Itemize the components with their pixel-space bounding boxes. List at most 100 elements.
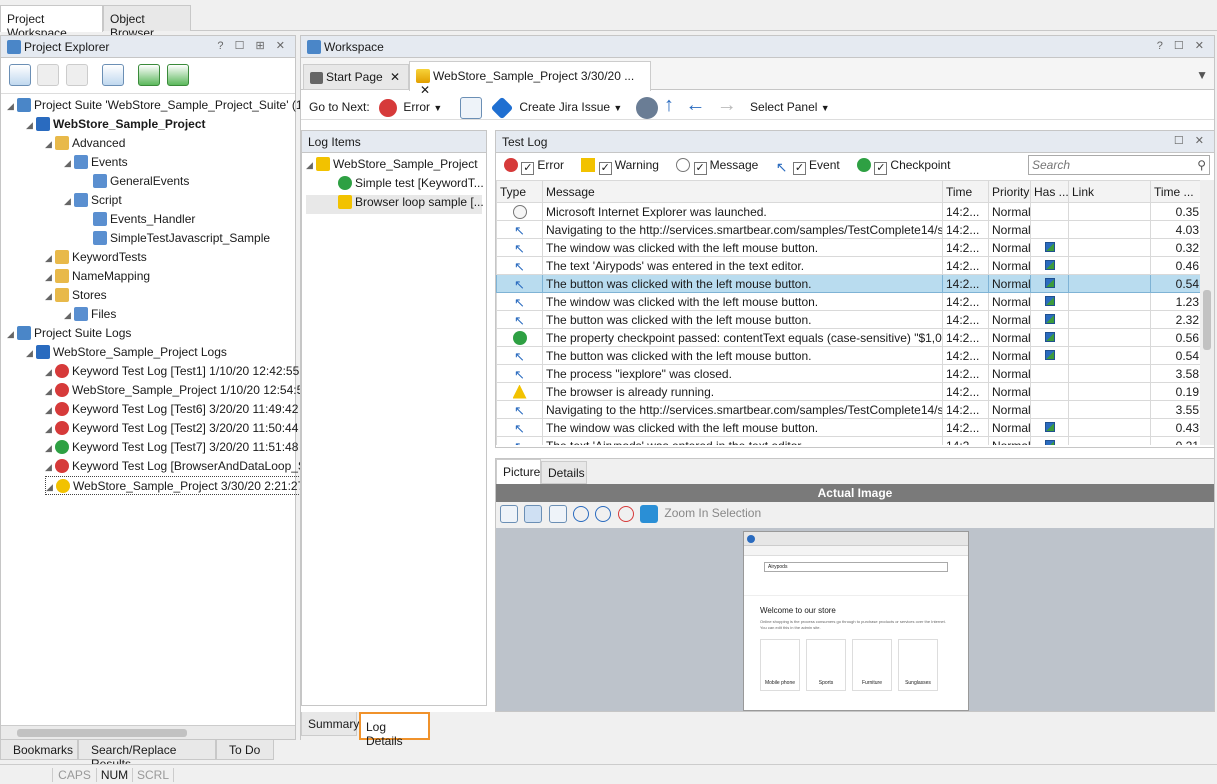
explorer-scrollbar[interactable] xyxy=(1,725,295,739)
scroll-thumb[interactable] xyxy=(1203,290,1211,350)
expand-arrow-icon[interactable]: ◢ xyxy=(64,306,74,325)
expand-arrow-icon[interactable]: ◢ xyxy=(45,458,55,477)
close-icon[interactable]: ✕ xyxy=(390,70,400,84)
table-row[interactable]: The property checkpoint passed: contentT… xyxy=(496,328,1203,347)
picture-icon[interactable] xyxy=(1044,331,1055,342)
table-row[interactable]: Microsoft Internet Explorer was launched… xyxy=(496,202,1203,221)
select-panel-button[interactable]: Select Panel xyxy=(750,100,817,114)
forward-arrow-icon[interactable]: → xyxy=(717,94,737,116)
tree-item[interactable]: GeneralEvents xyxy=(83,172,189,191)
grid-scrollbar[interactable] xyxy=(1200,180,1214,445)
tree-item[interactable]: ◢ WebStore_Sample_Project Logs xyxy=(26,343,227,362)
run-icon[interactable] xyxy=(138,64,161,86)
expand-arrow-icon[interactable]: ◢ xyxy=(26,344,36,363)
tab-todo[interactable]: To Do xyxy=(216,740,274,760)
expand-arrow-icon[interactable]: ◢ xyxy=(7,325,17,344)
tree-item[interactable]: ◢ NameMapping xyxy=(45,267,150,286)
tree-item[interactable]: ◢ Script xyxy=(64,191,122,210)
expand-arrow-icon[interactable]: ◢ xyxy=(45,363,55,382)
chevron-down-icon[interactable]: ▼ xyxy=(613,103,622,113)
test-log-controls[interactable]: ☐ ✕ xyxy=(1174,134,1208,147)
zoom-reset-icon[interactable] xyxy=(617,506,634,522)
tab-start-page[interactable]: Start Page ✕ xyxy=(303,64,409,90)
tab-picture[interactable]: Picture xyxy=(496,459,541,484)
remove-icon[interactable] xyxy=(65,64,88,86)
up-arrow-icon[interactable]: ↑ xyxy=(664,94,674,116)
scroll-thumb[interactable] xyxy=(17,729,187,737)
picture-icon[interactable] xyxy=(1044,439,1055,445)
search-input[interactable] xyxy=(1028,155,1210,175)
picture-icon[interactable] xyxy=(1044,259,1055,270)
table-row[interactable]: ↖ Navigating to the http://services.smart… xyxy=(496,400,1203,419)
picture-icon[interactable] xyxy=(1044,241,1055,252)
tree-item[interactable]: ◢ Keyword Test Log [Test6] 3/20/20 11:49:… xyxy=(45,400,298,419)
tree-item[interactable]: ◢ Keyword Test Log [Test7] 3/20/20 11:51:… xyxy=(45,438,298,457)
column-header[interactable]: Time ... xyxy=(1150,180,1203,203)
tree-item[interactable]: ◢ WebStore_Sample_Project 3/30/20 2:21:27… xyxy=(45,476,317,495)
table-row[interactable]: ↖ The button was clicked with the left mo… xyxy=(496,274,1203,293)
bug-icon[interactable] xyxy=(635,96,658,119)
expand-arrow-icon[interactable]: ◢ xyxy=(64,192,74,211)
expand-arrow-icon[interactable]: ◢ xyxy=(26,116,36,135)
tree-item[interactable]: ◢ WebStore_Sample_Project xyxy=(26,115,206,134)
column-header[interactable]: Priority xyxy=(988,180,1031,203)
table-row[interactable]: ↖ Navigating to the http://services.smart… xyxy=(496,220,1203,239)
expand-arrow-icon[interactable]: ◢ xyxy=(45,287,55,306)
column-header[interactable]: Has ... xyxy=(1030,180,1069,203)
tree-item[interactable]: ◢ Files xyxy=(64,305,116,324)
tab-log[interactable]: WebStore_Sample_Project 3/30/20 ... ✕ xyxy=(409,61,651,97)
checkpoint-checkbox[interactable]: ✓ xyxy=(874,162,888,175)
tree-item[interactable]: ◢ Project Suite Logs xyxy=(7,324,131,343)
picture-icon[interactable] xyxy=(1044,421,1055,432)
log-item-root[interactable]: ◢ WebStore_Sample_Project xyxy=(306,157,482,176)
select-icon[interactable] xyxy=(548,505,567,523)
add-item-icon[interactable] xyxy=(9,64,31,86)
save-image-icon[interactable] xyxy=(500,505,518,523)
error-selector[interactable]: Error xyxy=(403,100,430,114)
expand-arrow-icon[interactable]: ◢ xyxy=(45,420,55,439)
table-row[interactable]: ↖ The button was clicked with the left mo… xyxy=(496,310,1203,329)
checklist-icon[interactable] xyxy=(459,96,482,119)
error-checkbox[interactable]: ✓ xyxy=(521,162,535,175)
search-icon[interactable]: ⚲ xyxy=(1197,158,1206,172)
tree-item[interactable]: ◢ Stores xyxy=(45,286,107,305)
picture-icon[interactable] xyxy=(1044,277,1055,288)
zoom-out-icon[interactable] xyxy=(595,506,612,522)
tree-item[interactable]: ◢ Events xyxy=(64,153,128,172)
column-header[interactable]: Link xyxy=(1068,180,1151,203)
tree-item[interactable]: ◢ Keyword Test Log [Test2] 3/20/20 11:50:… xyxy=(45,419,298,438)
chevron-down-icon[interactable]: ▼ xyxy=(433,103,442,113)
image-mode-icon[interactable] xyxy=(524,505,543,523)
tree-item[interactable]: SimpleTestJavascript_Sample xyxy=(83,229,270,248)
tree-item[interactable]: ◢ KeywordTests xyxy=(45,248,147,267)
tab-bookmarks[interactable]: Bookmarks xyxy=(0,740,78,760)
table-row[interactable]: ↖ The button was clicked with the left mo… xyxy=(496,346,1203,365)
picture-icon[interactable] xyxy=(1044,313,1055,324)
fit-icon[interactable] xyxy=(640,505,659,523)
table-row[interactable]: ↖ The process "iexplore" was closed. 14:2.… xyxy=(496,364,1203,383)
tab-project-workspace[interactable]: Project Workspace xyxy=(0,5,103,40)
tab-details[interactable]: Details xyxy=(541,461,587,484)
tree-item[interactable]: ◢ Project Suite 'WebStore_Sample_Project_… xyxy=(7,96,323,115)
expand-arrow-icon[interactable]: ◢ xyxy=(45,382,55,401)
chevron-down-icon[interactable]: ▼ xyxy=(821,103,830,113)
expand-arrow-icon[interactable]: ◢ xyxy=(46,478,56,497)
panel-controls[interactable]: ? ☐ ⊞ ✕ xyxy=(217,39,289,52)
zoom-in-selection-label[interactable]: Zoom In Selection xyxy=(664,506,761,520)
jira-icon[interactable] xyxy=(490,96,514,120)
table-row[interactable]: ↖ The text 'Airypods' was entered in the … xyxy=(496,436,1203,445)
run-project-icon[interactable] xyxy=(166,64,189,86)
table-row[interactable]: ↖ The text 'Airypods' was entered in the … xyxy=(496,256,1203,275)
picture-icon[interactable] xyxy=(1044,295,1055,306)
warning-checkbox[interactable]: ✓ xyxy=(598,162,612,175)
column-header[interactable]: Time xyxy=(942,180,989,203)
tab-search-replace[interactable]: Search/Replace Results xyxy=(78,740,216,771)
workspace-panel-controls[interactable]: ? ☐ ✕ xyxy=(1157,39,1208,52)
project-properties-icon[interactable] xyxy=(102,64,125,86)
expand-arrow-icon[interactable]: ◢ xyxy=(64,154,74,173)
tab-object-browser[interactable]: Object Browser xyxy=(103,5,191,40)
column-header[interactable]: Type xyxy=(496,180,543,203)
tree-item[interactable]: Events_Handler xyxy=(83,210,195,229)
table-row[interactable]: ↖ The window was clicked with the left mo… xyxy=(496,238,1203,257)
tab-log-details[interactable]: Log Details xyxy=(359,712,430,748)
